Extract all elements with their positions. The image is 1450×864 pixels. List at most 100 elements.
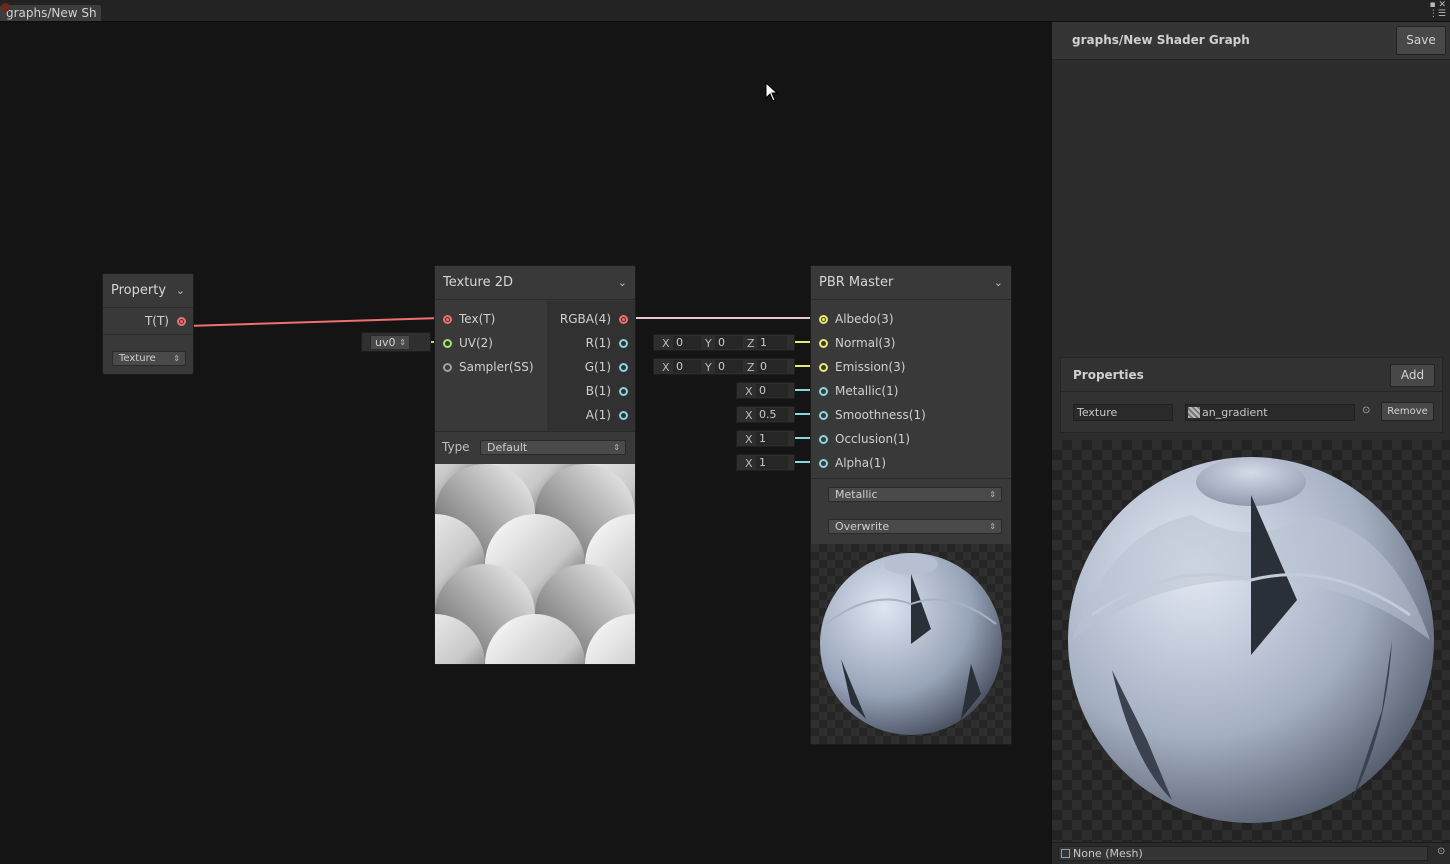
property-node-title: Property <box>111 283 167 298</box>
texture-thumbnail-icon <box>1188 407 1200 418</box>
properties-header: Properties Add <box>1061 358 1442 392</box>
tab-title: graphs/New Sh <box>6 6 97 20</box>
dropdown-arrow-icon: ⇕ <box>173 354 180 363</box>
add-property-button[interactable]: Add <box>1390 364 1435 387</box>
g-output-port[interactable] <box>619 363 628 372</box>
rgba-output-port[interactable] <box>619 315 628 324</box>
alpha-input-label: Alpha(1) <box>835 456 887 470</box>
normal-input-port[interactable] <box>819 339 828 348</box>
pbr-master-node-header[interactable]: PBR Master ⌄ <box>811 266 1011 300</box>
smoothness-default-value: X 0.5 <box>736 406 795 423</box>
divider <box>103 334 193 335</box>
alpha-input-port[interactable] <box>819 459 828 468</box>
emission-input-port[interactable] <box>819 363 828 372</box>
metallic-default-value: X 0 <box>736 382 795 399</box>
property-output-row: T(T) <box>103 309 193 333</box>
texture2d-outputs: RGBA(4) R(1) G(1) B(1) A(1) <box>547 301 635 431</box>
emission-y-label: Y <box>705 361 712 374</box>
dropdown-arrow-icon: ⇕ <box>399 338 406 347</box>
texture2d-inputs: Tex(T) UV(2) Sampler(SS) <box>435 301 547 431</box>
property-texture-field[interactable]: an_gradient <box>1185 404 1355 421</box>
texture-type-dropdown[interactable]: Default ⇕ <box>480 440 626 455</box>
albedo-input-label: Albedo(3) <box>835 312 894 326</box>
property-name-input[interactable]: Texture <box>1073 404 1173 421</box>
dropdown-arrow-icon: ⇕ <box>989 522 996 531</box>
sampler-input-port[interactable] <box>443 363 452 372</box>
normal-z-input[interactable]: 1 <box>757 336 787 349</box>
mouse-cursor-icon <box>765 82 779 102</box>
property-texture-value: an_gradient <box>1202 406 1268 419</box>
preview-mesh-value: None (Mesh) <box>1073 847 1143 860</box>
a-output-port[interactable] <box>619 411 628 420</box>
preview-mesh-bar: None (Mesh) ⊙ <box>1052 842 1450 864</box>
uv-input-port[interactable] <box>443 339 452 348</box>
pbr-preview-sphere <box>811 544 1011 744</box>
alpha-default-value: X 1 <box>736 454 795 471</box>
occlusion-input[interactable]: 1 <box>756 432 788 445</box>
property-type-dropdown[interactable]: Texture ⇕ <box>112 351 186 366</box>
surface-dropdown[interactable]: Overwrite ⇕ <box>828 519 1002 534</box>
emission-z-input[interactable]: 0 <box>757 360 787 373</box>
property-output-port[interactable] <box>177 317 186 326</box>
inspector-panel: graphs/New Shader Graph Save Properties … <box>1051 22 1450 864</box>
preview-mesh-field[interactable]: None (Mesh) <box>1058 846 1428 861</box>
uv-channel-dropdown[interactable]: uv0 ⇕ <box>370 335 410 350</box>
tex-input-port[interactable] <box>443 315 452 324</box>
metallic-input[interactable]: 0 <box>756 384 788 397</box>
occlusion-input-port[interactable] <box>819 435 828 444</box>
sampler-input-label: Sampler(SS) <box>459 360 534 374</box>
occlusion-default-value: X 1 <box>736 430 795 447</box>
menu-icon[interactable]: ⋮☰ <box>1428 10 1446 19</box>
chevron-down-icon[interactable]: ⌄ <box>618 276 627 289</box>
properties-panel: Properties Add Texture an_gradient ⊙ Rem… <box>1060 357 1443 433</box>
emission-y-input[interactable]: 0 <box>715 360 743 373</box>
metallic-input-label: Metallic(1) <box>835 384 899 398</box>
properties-title: Properties <box>1073 368 1144 382</box>
texture2d-node-header[interactable]: Texture 2D ⌄ <box>435 266 635 300</box>
alpha-input[interactable]: 1 <box>756 456 788 469</box>
b-output-label: B(1) <box>585 384 611 398</box>
workflow-value: Metallic <box>835 488 878 501</box>
g-output-label: G(1) <box>584 360 611 374</box>
smoothness-input-label: Smoothness(1) <box>835 408 926 422</box>
remove-property-button[interactable]: Remove <box>1381 402 1434 421</box>
texture-type-value: Default <box>487 441 528 454</box>
pbr-master-node[interactable]: PBR Master ⌄ Albedo(3) Normal(3) Emissio… <box>810 265 1012 745</box>
divider <box>435 431 635 432</box>
r-output-port[interactable] <box>619 339 628 348</box>
chevron-down-icon[interactable]: ⌄ <box>176 284 185 297</box>
r-output-label: R(1) <box>585 336 611 350</box>
dropdown-arrow-icon: ⇕ <box>613 443 620 452</box>
workflow-dropdown[interactable]: Metallic ⇕ <box>828 487 1002 502</box>
property-output-label: T(T) <box>144 314 169 328</box>
property-node-header[interactable]: Property ⌄ <box>103 274 193 308</box>
property-type-value: Texture <box>119 353 156 364</box>
editor-tab[interactable]: graphs/New Sh <box>0 5 101 21</box>
b-output-port[interactable] <box>619 387 628 396</box>
window-controls[interactable]: ▪ ✕ ⋮☰ <box>1428 1 1446 19</box>
emission-x-input[interactable]: 0 <box>673 360 701 373</box>
normal-y-input[interactable]: 0 <box>715 336 743 349</box>
normal-x-input[interactable]: 0 <box>673 336 701 349</box>
surface-value: Overwrite <box>835 520 890 533</box>
save-button[interactable]: Save <box>1396 26 1446 55</box>
texture2d-node[interactable]: Texture 2D ⌄ Tex(T) UV(2) Sampler(SS) RG… <box>434 265 636 665</box>
dropdown-arrow-icon: ⇕ <box>989 490 996 499</box>
chevron-down-icon[interactable]: ⌄ <box>994 276 1003 289</box>
emission-input-label: Emission(3) <box>835 360 906 374</box>
graph-title: graphs/New Shader Graph <box>1072 33 1250 47</box>
object-picker-icon[interactable]: ⊙ <box>1362 405 1370 416</box>
normal-z-label: Z <box>747 337 755 350</box>
pbr-master-node-title: PBR Master <box>819 275 894 290</box>
alpha-x-label: X <box>745 457 753 470</box>
uv-channel-value: uv0 <box>375 336 396 349</box>
albedo-input-port[interactable] <box>819 315 828 324</box>
property-node[interactable]: Property ⌄ T(T) Texture ⇕ <box>102 273 194 375</box>
smoothness-input-port[interactable] <box>819 411 828 420</box>
smoothness-input[interactable]: 0.5 <box>756 408 788 421</box>
normal-input-label: Normal(3) <box>835 336 896 350</box>
master-preview[interactable] <box>1052 440 1450 842</box>
metallic-input-port[interactable] <box>819 387 828 396</box>
normal-y-label: Y <box>705 337 712 350</box>
object-picker-icon[interactable]: ⊙ <box>1437 846 1445 857</box>
